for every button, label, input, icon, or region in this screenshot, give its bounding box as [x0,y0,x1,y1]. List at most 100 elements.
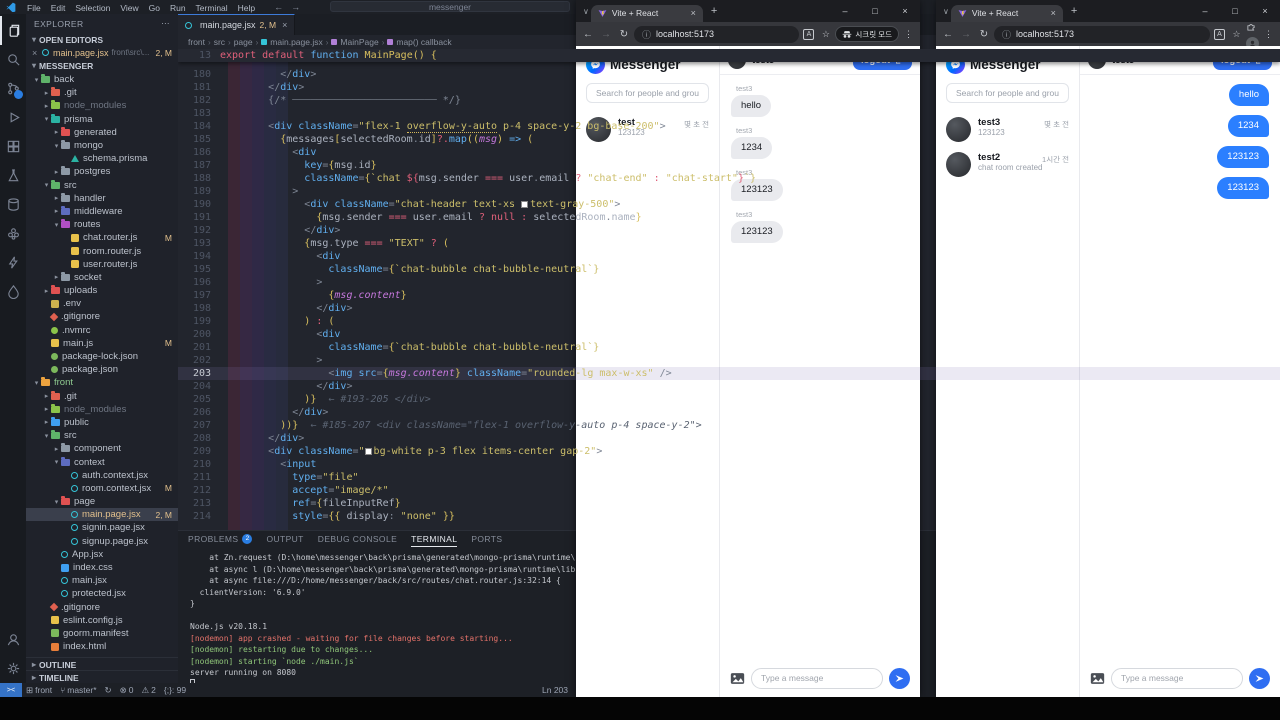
message-input[interactable] [751,667,883,689]
tree-item-goorm.manifest[interactable]: goorm.manifest [26,627,178,640]
reload-icon[interactable]: ↻ [616,29,632,40]
code-line-181[interactable]: 181 </div> [178,81,1280,94]
tree-item-.gitignore[interactable]: .gitignore [26,601,178,614]
browser-menu-icon[interactable]: ⋮ [1261,29,1276,40]
code-line-211[interactable]: 211 type="file" [178,471,1280,484]
code-line-191[interactable]: 191 {msg.sender === user.email ? null : … [178,211,1280,224]
taskbar[interactable] [0,697,1280,720]
code-line-201[interactable]: 201 className={`chat-bubble chat-bubble-… [178,341,1280,354]
open-editor-item[interactable]: × main.page.jsx front\src\... 2, M [26,46,178,59]
attach-image-icon[interactable] [1090,672,1105,685]
tab-close-icon[interactable]: × [282,20,287,30]
tree-item-.git[interactable]: ▸ .git [26,86,178,99]
tree-item-package.json[interactable]: package.json [26,363,178,376]
send-button[interactable] [889,667,910,689]
database-icon[interactable] [0,190,26,219]
sticky-line[interactable]: 13 export default function MainPage() { [178,49,437,62]
bookmark-star-icon[interactable]: ☆ [818,29,833,40]
tree-item-index.html[interactable]: index.html [26,640,178,653]
code-line-204[interactable]: 204 </div> [178,380,1280,393]
tree-item-prisma[interactable]: ▾ prisma [26,113,178,126]
code-line-213[interactable]: 213 ref={fileInputRef} [178,497,1280,510]
new-tab-button[interactable]: + [711,5,717,17]
translate-icon[interactable]: A [803,28,815,40]
tree-item-.git[interactable]: ▸ .git [26,390,178,403]
search-icon[interactable] [0,45,26,74]
menu-item-selection[interactable]: Selection [70,3,115,13]
files-icon[interactable] [0,16,26,45]
breadcrumb-item[interactable]: page [234,37,253,47]
tree-item-component[interactable]: ▸ component [26,442,178,455]
settings-icon[interactable] [0,654,26,683]
panel-tab-output[interactable]: OUTPUT [266,531,303,547]
menu-item-terminal[interactable]: Terminal [191,3,233,13]
code-line-180[interactable]: 180 </div> [178,68,1280,81]
code-line-196[interactable]: 196 > [178,276,1280,289]
message-input[interactable] [1111,667,1243,689]
code-line-206[interactable]: 206 </div> [178,406,1280,419]
tree-item-generated[interactable]: ▸ generated [26,126,178,139]
breadcrumb-item[interactable]: main.page.jsx [270,37,322,47]
tree-item-.gitignore[interactable]: .gitignore [26,310,178,323]
code-line-210[interactable]: 210 <input [178,458,1280,471]
code-line-183[interactable]: 183 [178,107,1280,120]
outline-section[interactable]: ▸ OUTLINE [26,657,178,670]
code-line-198[interactable]: 198 </div> [178,302,1280,315]
water-drop-icon[interactable] [0,277,26,306]
forward-icon[interactable]: → [958,29,974,40]
site-info-icon[interactable]: ⓘ [642,28,651,41]
close-button[interactable]: × [1250,0,1280,22]
tree-item-App.jsx[interactable]: App.jsx [26,548,178,561]
forward-icon[interactable]: → [598,29,614,40]
minimize-button[interactable]: – [830,0,860,22]
tree-item-room.router.js[interactable]: room.router.js [26,244,178,257]
status-item[interactable]: ↻ [101,685,116,696]
code-line-190[interactable]: 190 <div className="chat-header text-xs … [178,198,1280,211]
history-nav-arrows[interactable]: ←→ [274,2,308,12]
tree-item-.nvmrc[interactable]: .nvmrc [26,324,178,337]
panel-tab-terminal[interactable]: TERMINAL [411,531,457,547]
new-tab-button[interactable]: + [1071,5,1077,17]
address-bar[interactable]: ⓘ localhost:5173 [634,25,800,43]
tree-item-routes[interactable]: ▾ routes [26,218,178,231]
code-line-200[interactable]: 200 <div [178,328,1280,341]
send-button[interactable] [1249,667,1270,689]
tree-item-node_modules[interactable]: ▸ node_modules [26,403,178,416]
tree-item-middleware[interactable]: ▸ middleware [26,205,178,218]
reload-icon[interactable]: ↻ [976,29,992,40]
code-line-207[interactable]: 207 ))} ← #185-207 <div className="flex-… [178,419,1280,432]
minimize-button[interactable]: – [1190,0,1220,22]
code-line-192[interactable]: 192 </div> [178,224,1280,237]
workspace-header[interactable]: ▾ MESSENGER [26,59,178,72]
open-editors-header[interactable]: ▾ OPEN EDITORS [26,33,178,46]
code-line-194[interactable]: 194 <div [178,250,1280,263]
tree-item-front[interactable]: ▾ front [26,376,178,389]
tree-item-context[interactable]: ▾ context [26,455,178,468]
bookmark-star-icon[interactable]: ☆ [1229,29,1244,40]
code-line-187[interactable]: 187 key={msg.id} [178,159,1280,172]
tab-close-icon[interactable]: × [1051,8,1056,18]
tree-item-eslint.config.js[interactable]: eslint.config.js [26,614,178,627]
code-line-205[interactable]: 205 )} ← #193-205 </div> [178,393,1280,406]
editor-tab[interactable]: main.page.jsx 2, M × [178,14,296,35]
tree-item-room.context.jsx[interactable]: room.context.jsx M [26,482,178,495]
breadcrumb-item[interactable]: front [188,37,205,47]
breadcrumb-item[interactable]: MainPage [340,37,378,47]
menu-item-go[interactable]: Go [144,3,165,13]
tree-item-handler[interactable]: ▸ handler [26,192,178,205]
tree-item-schema.prisma[interactable]: schema.prisma [26,152,178,165]
close-icon[interactable]: × [32,48,42,58]
status-item-master[interactable]: ⑂ master* [56,685,100,696]
code-editor[interactable]: 13 export default function MainPage() { 1… [178,49,1280,530]
tree-item-protected.jsx[interactable]: protected.jsx [26,587,178,600]
tab-close-icon[interactable]: × [691,8,696,18]
code-line-208[interactable]: 208 </div> [178,432,1280,445]
menu-item-run[interactable]: Run [165,3,191,13]
code-line-202[interactable]: 202 > [178,354,1280,367]
tree-item-back[interactable]: ▾ back [26,73,178,86]
browser-menu-icon[interactable]: ⋮ [901,29,916,40]
tree-item-src[interactable]: ▾ src [26,429,178,442]
code-line-185[interactable]: 185 {messages[selectedRoom.id]?.map((msg… [178,133,1280,146]
docker-icon[interactable] [0,219,26,248]
panel-tab-problems[interactable]: PROBLEMS 2 [188,531,253,547]
